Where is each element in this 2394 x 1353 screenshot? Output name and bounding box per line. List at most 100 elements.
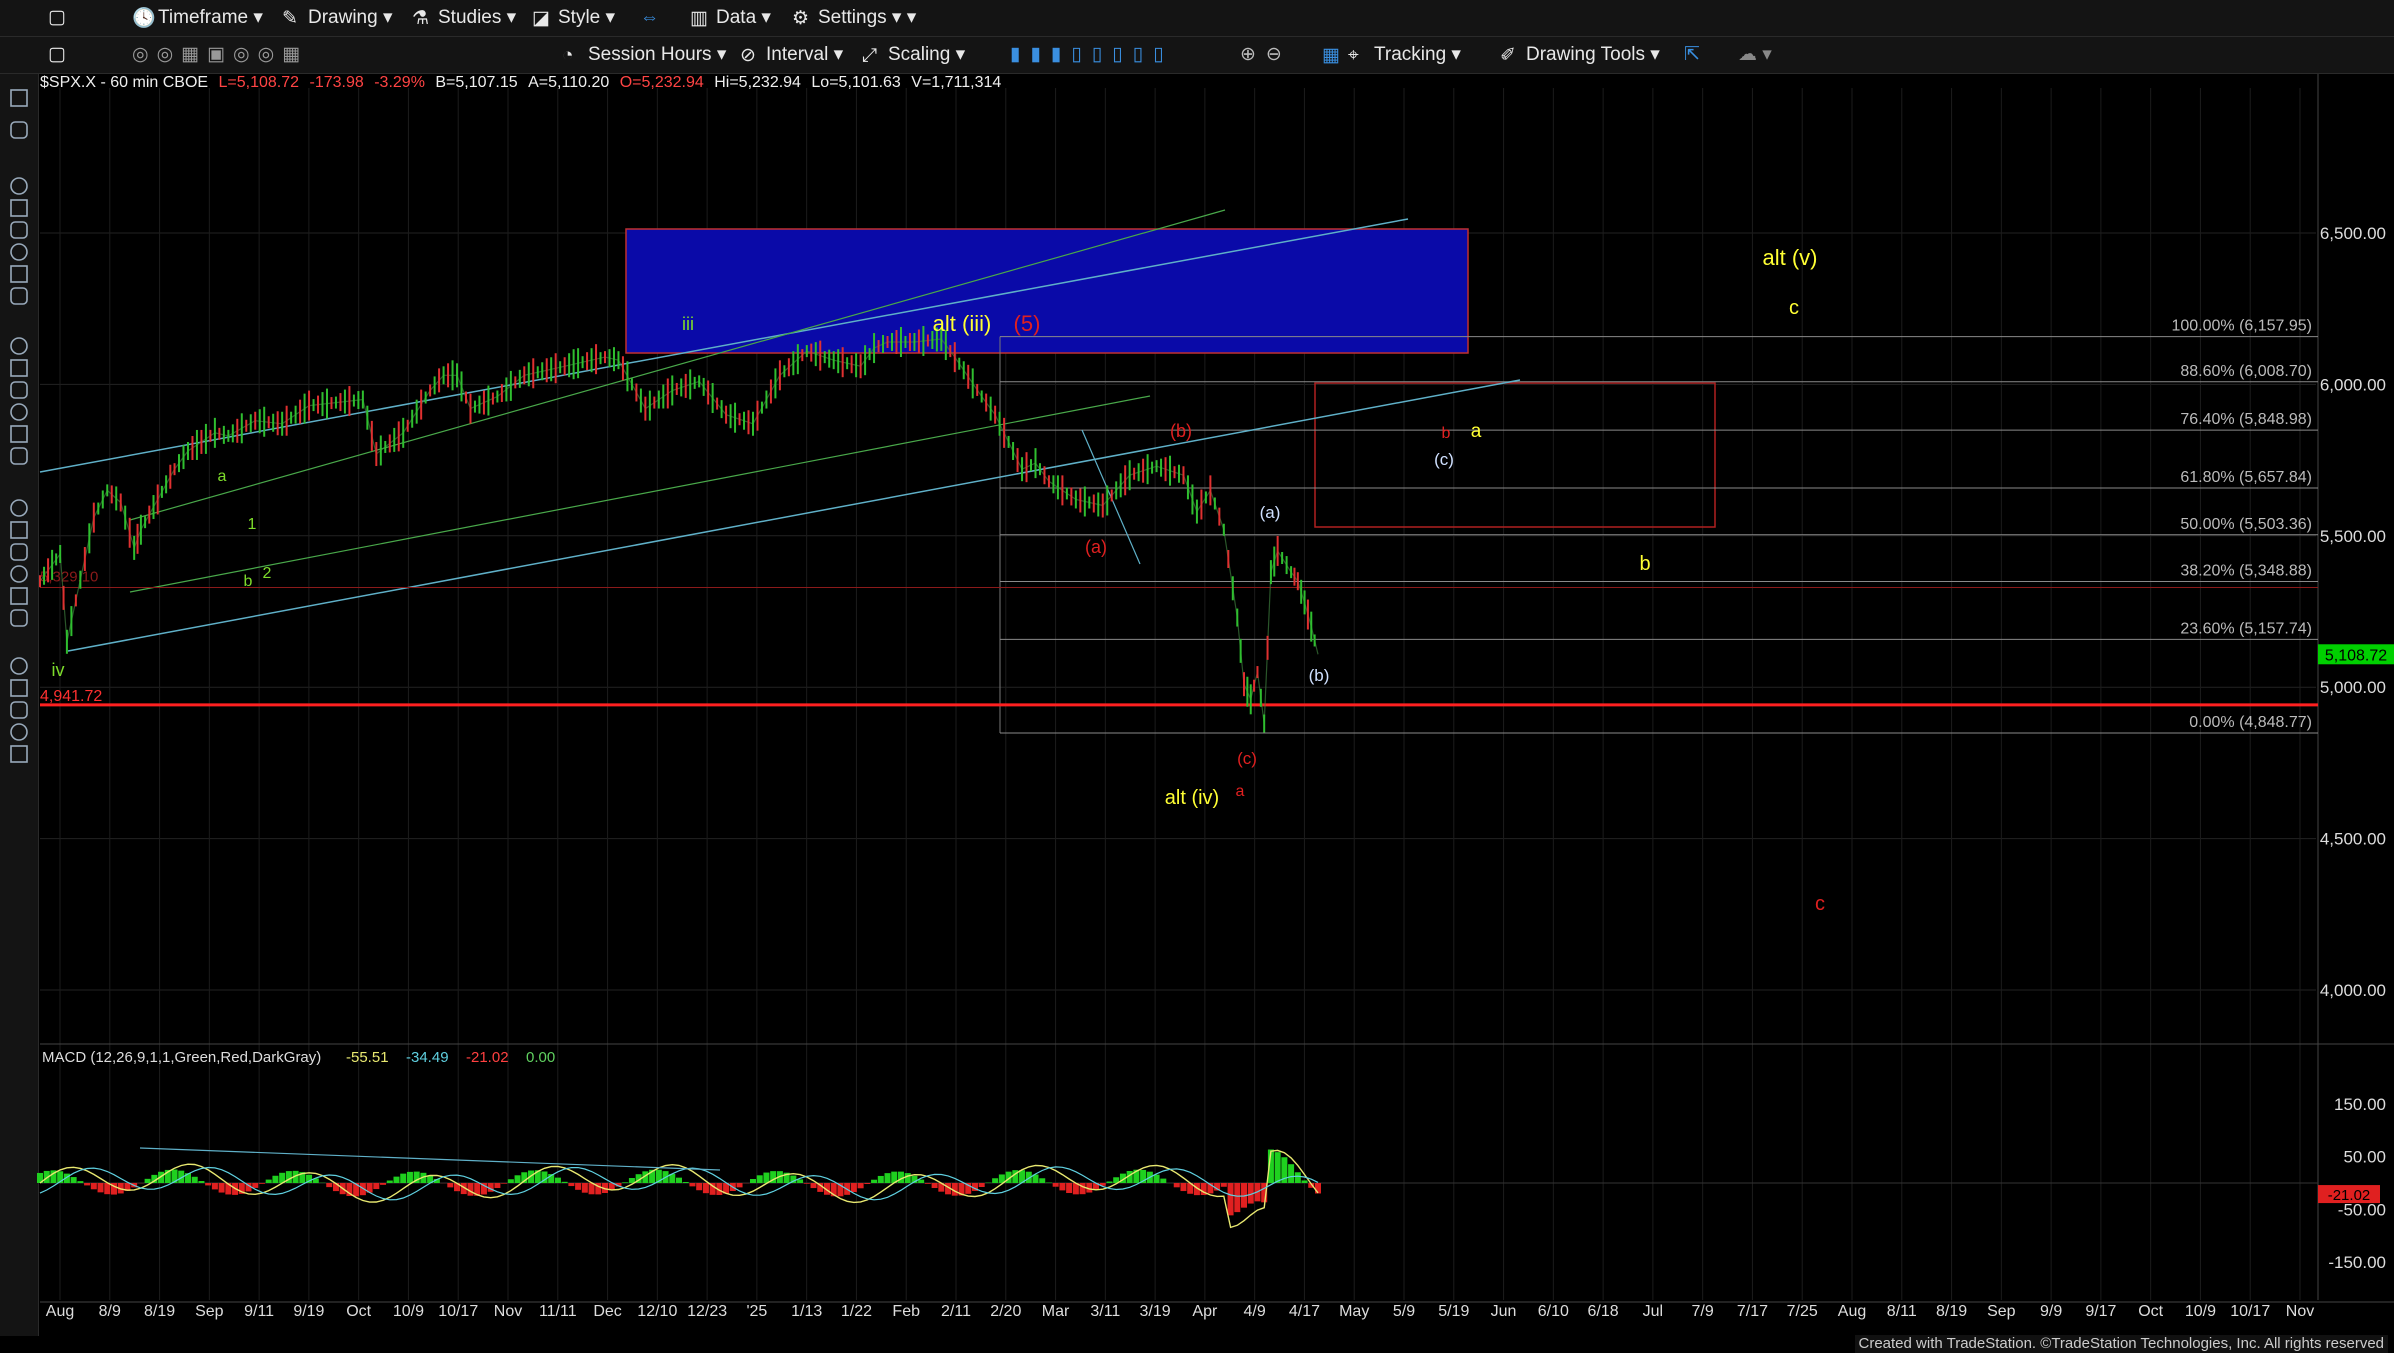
- x-tick-label: 10/17: [438, 1303, 478, 1320]
- x-tick-label: 5/19: [1438, 1303, 1469, 1320]
- x-tick-label: 8/11: [1887, 1303, 1917, 1320]
- x-tick-label: 8/19: [1936, 1303, 1967, 1320]
- support-label: 4,941.72: [40, 688, 102, 705]
- macd-histogram-bar: [736, 1183, 743, 1188]
- change-pct: -3.29%: [374, 74, 425, 91]
- macd-histogram-bar: [581, 1183, 588, 1193]
- macd-histogram-bar: [400, 1173, 407, 1183]
- macd-histogram-bar: [406, 1171, 413, 1183]
- fib-label: 76.40% (5,848.98): [2180, 411, 2312, 428]
- macd-histogram-bar: [904, 1173, 911, 1183]
- macd-histogram-bar: [877, 1175, 884, 1183]
- x-tick-label: 7/17: [1737, 1303, 1768, 1320]
- wave-label: iv: [52, 660, 65, 680]
- macd-histogram-bar: [501, 1183, 508, 1184]
- macd-histogram-bar: [380, 1183, 387, 1185]
- symbol-label: $SPX.X - 60 min CBOE: [40, 74, 209, 91]
- wave-label: alt (iii): [933, 311, 992, 336]
- macd-histogram-bar: [1180, 1183, 1187, 1192]
- wave-label: (a): [1085, 537, 1107, 557]
- macd-histogram-bar: [749, 1178, 756, 1183]
- x-tick-label: Oct: [2138, 1303, 2163, 1320]
- macd-histogram-bar: [884, 1173, 891, 1183]
- macd-y-tick: 50.00: [2343, 1148, 2386, 1167]
- macd-histogram-bar: [696, 1183, 703, 1191]
- macd-histogram-bar: [978, 1183, 985, 1188]
- macd-histogram-bar: [104, 1183, 111, 1195]
- x-tick-label: 3/11: [1090, 1303, 1120, 1320]
- x-tick-label: 7/25: [1787, 1303, 1818, 1320]
- target-zone-blue: [625, 228, 1469, 354]
- bid-value: B=5,107.15: [435, 74, 518, 91]
- x-tick-label: 1/13: [791, 1303, 822, 1320]
- x-tick-label: Mar: [1042, 1303, 1070, 1320]
- change-value: -173.98: [309, 74, 364, 91]
- wave-label: c: [1789, 297, 1799, 319]
- y-tick-label: 5,000.00: [2320, 678, 2386, 697]
- macd-last-label: -21.02: [2328, 1187, 2371, 1204]
- x-tick-label: Apr: [1192, 1303, 1218, 1320]
- macd-histogram-bar: [1106, 1181, 1113, 1183]
- wave-label: (a): [1260, 503, 1281, 522]
- fib-label: 88.60% (6,008.70): [2180, 363, 2312, 380]
- macd-histogram-bar: [702, 1183, 709, 1194]
- y-tick-label: 6,500.00: [2320, 224, 2386, 243]
- wave-label: 2: [263, 565, 272, 582]
- fib-label: 38.20% (5,348.88): [2180, 563, 2312, 580]
- volume-value: V=1,711,314: [911, 74, 1002, 91]
- macd-value: 0.00: [526, 1049, 555, 1066]
- x-tick-label: 6/10: [1538, 1303, 1569, 1320]
- macd-histogram-bar: [514, 1175, 521, 1183]
- macd-histogram-bar: [447, 1183, 454, 1188]
- wave-label: (c): [1237, 749, 1257, 768]
- fib-label: 23.60% (5,157.74): [2180, 620, 2312, 637]
- macd-histogram-bar: [84, 1183, 91, 1186]
- macd-histogram-bar: [1294, 1172, 1301, 1183]
- wave-label: (b): [1170, 421, 1192, 441]
- x-tick-label: 1/22: [841, 1303, 872, 1320]
- macd-histogram-bar: [386, 1180, 393, 1183]
- y-tick-label: 5,500.00: [2320, 527, 2386, 546]
- open-value: O=5,232.94: [619, 74, 704, 91]
- low-value: Lo=5,101.63: [811, 74, 901, 91]
- macd-histogram-bar: [252, 1183, 259, 1188]
- macd-histogram-bar: [1059, 1183, 1066, 1191]
- macd-histogram-bar: [918, 1179, 925, 1183]
- wave-label: b: [1639, 553, 1650, 575]
- macd-histogram-bar: [575, 1183, 582, 1190]
- macd-label: MACD (12,26,9,1,1,Green,Red,DarkGray): [42, 1049, 321, 1066]
- macd-histogram-bar: [622, 1182, 629, 1183]
- x-tick-label: 9/11: [244, 1303, 274, 1320]
- x-tick-label: Sep: [1987, 1303, 2016, 1320]
- ask-value: A=5,110.20: [528, 74, 610, 91]
- macd-histogram-bar: [810, 1183, 817, 1189]
- x-tick-label: 12/23: [687, 1303, 727, 1320]
- wave-label: 1: [248, 516, 257, 533]
- x-tick-label: 10/17: [2230, 1303, 2270, 1320]
- macd-histogram-bar: [258, 1183, 265, 1184]
- wave-label: (b): [1309, 666, 1330, 685]
- macd-histogram-bar: [90, 1183, 97, 1190]
- x-tick-label: Nov: [494, 1303, 522, 1320]
- macd-histogram-bar: [931, 1183, 938, 1189]
- x-tick-label: 4/9: [1244, 1303, 1266, 1320]
- price-chart[interactable]: 6,500.00 6,000.00 5,500.00 5,000.00 4,500.00…: [0, 0, 2394, 1353]
- last-price-label: 5,108.72: [2325, 647, 2387, 664]
- fib-label: 50.00% (5,503.36): [2180, 516, 2312, 533]
- macd-histogram-bar: [211, 1183, 218, 1190]
- x-tick-label: Sep: [195, 1303, 224, 1320]
- macd-histogram-bar: [1301, 1180, 1308, 1183]
- macd-histogram-bar: [70, 1177, 77, 1183]
- wave-label: b: [244, 573, 253, 590]
- macd-histogram-bar: [393, 1176, 400, 1183]
- macd-y-tick: 150.00: [2334, 1095, 2386, 1114]
- macd-histogram-bar: [797, 1179, 804, 1183]
- x-tick-label: 2/20: [990, 1303, 1021, 1320]
- macd-histogram-bar: [924, 1183, 931, 1184]
- macd-histogram-bar: [1173, 1183, 1180, 1188]
- macd-histogram-bar: [682, 1181, 689, 1183]
- x-tick-label: 2/11: [941, 1303, 971, 1320]
- x-tick-label: 10/9: [2185, 1303, 2216, 1320]
- macd-histogram-bar: [689, 1183, 696, 1187]
- macd-histogram-bar: [144, 1178, 151, 1183]
